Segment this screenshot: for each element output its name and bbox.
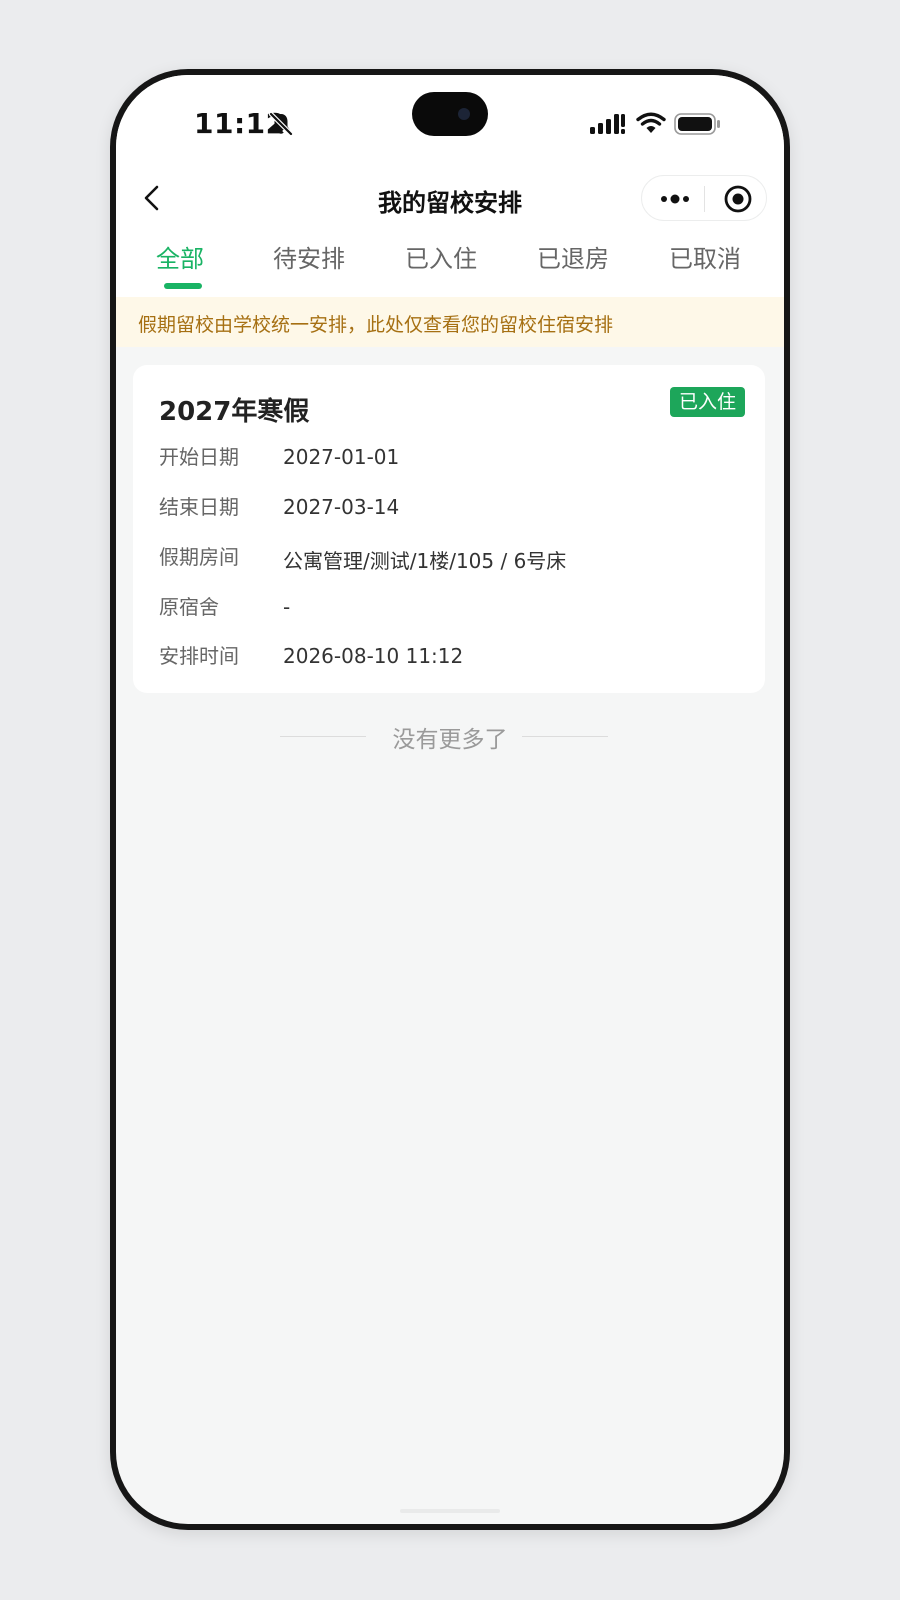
- capsule-divider: [704, 186, 705, 212]
- more-dots-icon[interactable]: [658, 188, 692, 210]
- tab-checked-out[interactable]: 已退房: [537, 239, 609, 274]
- tab-pending[interactable]: 待安排: [273, 239, 345, 274]
- target-close-icon[interactable]: [722, 183, 754, 215]
- phone-frame: 11:12 我的留校安排 全部 待安排 已入住 已退房 已取消 假期留校由学校统…: [110, 69, 790, 1530]
- field-end-date: 结束日期 2027-03-14: [159, 491, 749, 525]
- field-value: -: [283, 595, 291, 619]
- field-label: 假期房间: [159, 545, 239, 569]
- cellular-signal-icon: [590, 114, 625, 134]
- field-start-date: 开始日期 2027-01-01: [159, 441, 749, 475]
- tab-cancelled[interactable]: 已取消: [669, 239, 741, 274]
- field-original-dorm: 原宿舍 -: [159, 591, 749, 625]
- bell-off-icon: [268, 111, 294, 137]
- mini-program-capsule: [641, 175, 767, 221]
- notice-banner: 假期留校由学校统一安排，此处仅查看您的留校住宿安排: [116, 297, 784, 347]
- home-indicator: [400, 1509, 500, 1513]
- field-label: 原宿舍: [159, 595, 219, 619]
- tab-all[interactable]: 全部: [156, 239, 204, 274]
- field-label: 安排时间: [159, 644, 239, 668]
- field-value: 2026-08-10 11:12: [283, 644, 464, 668]
- field-label: 开始日期: [159, 445, 239, 469]
- battery-icon: [674, 113, 720, 135]
- card-title: 2027年寒假: [159, 397, 310, 427]
- field-arranged-time: 安排时间 2026-08-10 11:12: [159, 640, 749, 674]
- list-end-text: 没有更多了: [392, 727, 508, 753]
- notice-text: 假期留校由学校统一安排，此处仅查看您的留校住宿安排: [138, 314, 614, 336]
- screen: 11:12 我的留校安排 全部 待安排 已入住 已退房 已取消 假期留校由学校统…: [116, 75, 784, 1524]
- status-badge: 已入住: [669, 387, 745, 417]
- field-value: 公寓管理/测试/1楼/105 / 6号床: [283, 549, 567, 573]
- field-value: 2027-01-01: [283, 445, 400, 469]
- tab-bar: 全部 待安排 已入住 已退房 已取消: [116, 233, 784, 297]
- status-bar: 11:12: [116, 75, 784, 163]
- tab-checked-in[interactable]: 已入住: [405, 239, 477, 274]
- wifi-icon: [636, 112, 666, 133]
- field-holiday-room: 假期房间 公寓管理/测试/1楼/105 / 6号床: [159, 541, 749, 575]
- nav-bar: 我的留校安排: [116, 163, 784, 233]
- field-value: 2027-03-14: [283, 495, 400, 519]
- field-label: 结束日期: [159, 495, 239, 519]
- active-tab-indicator: [164, 283, 202, 289]
- dynamic-island: [412, 92, 488, 136]
- arrangement-card[interactable]: 2027年寒假 已入住 开始日期 2027-01-01 结束日期 2027-03…: [133, 365, 765, 693]
